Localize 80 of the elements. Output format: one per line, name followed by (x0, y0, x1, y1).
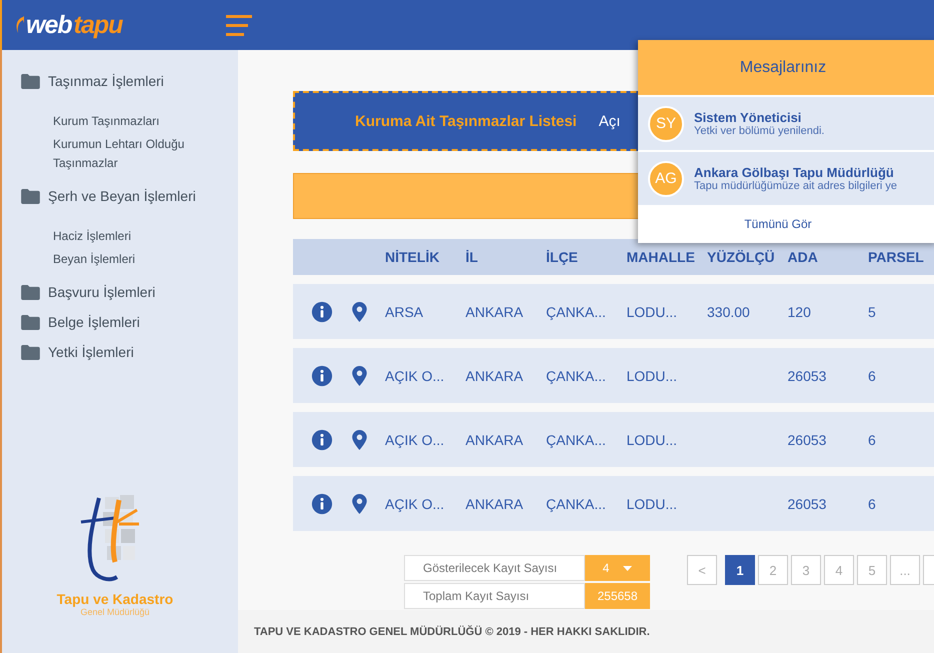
table-cell-text: LODU... (626, 368, 678, 384)
sidebar-item[interactable]: Başvuru İşlemleri (2, 281, 238, 303)
table-row[interactable]: ARSA ANKARA ÇANKA... LODU... 330.00 120 5 (293, 284, 934, 339)
footer-text: TAPU VE KADASTRO GENEL MÜDÜRLÜĞÜ © 2019 - HER HAKKI SAKLIDIR. (254, 626, 650, 638)
table-cell-text: 120 (788, 304, 812, 320)
total-label: Toplam Kayıt Sayısı (404, 583, 585, 609)
column-header: İLÇE (546, 249, 579, 265)
column-header: MAHALLE (626, 249, 696, 265)
sidebar-subitem[interactable]: Kurumun Lehtarı Olduğu Taşınmazlar (53, 135, 203, 173)
column-header: NİTELİK (385, 249, 440, 265)
table-cell-text: ANKARA (466, 496, 524, 512)
table-cell-text: 6 (868, 432, 877, 448)
column-header: PARSEL (868, 249, 925, 265)
folder-icon (21, 344, 40, 360)
table-cell-text: LODU... (626, 496, 678, 512)
table-cell-text: ÇANKA... (546, 304, 607, 320)
info-icon[interactable] (311, 428, 333, 450)
table-cell-text: LODU... (626, 304, 678, 320)
table-cell-text: AÇIK O... (385, 496, 446, 512)
table-cell-text: ÇANKA... (546, 496, 607, 512)
message-text: Yetki ver bölümü yenilendi. (694, 125, 824, 137)
sidebar-subitem[interactable]: Beyan İşlemleri (53, 250, 203, 269)
menu-icon[interactable] (226, 14, 254, 36)
info-icon[interactable] (311, 492, 333, 514)
brand-title: Tapu ve Kadastro (56, 591, 174, 607)
banner-text: Açı (598, 112, 620, 130)
table-row[interactable]: AÇIK O... ANKARA ÇANKA... LODU... 26053 6 (293, 348, 934, 403)
table-cell-text: 26053 (788, 368, 828, 384)
table-cell-text: LODU... (626, 432, 678, 448)
message-item[interactable]: SY Sistem Yöneticisi Yetki ver bölümü yenilendi. (638, 97, 934, 150)
dropdown-title: Mesajlarınız (740, 58, 826, 76)
table-cell-text: 26053 (788, 432, 828, 448)
message-text: Tapu müdürlüğümüze ait adres bilgileri ye (694, 180, 897, 192)
info-icon[interactable] (311, 300, 333, 322)
column-header: YÜZÖLÇÜ (707, 249, 776, 265)
table-cell-text: 6 (868, 496, 877, 512)
page-button[interactable]: 1 (725, 555, 755, 585)
sidebar-subitem[interactable]: Kurum Taşınmazları (53, 112, 203, 131)
sidebar-item[interactable]: Belge İşlemleri (2, 311, 238, 333)
folder-icon (21, 188, 40, 204)
map-pin-icon[interactable] (352, 430, 367, 450)
avatar: AG (648, 160, 684, 196)
table-cell-text: 5 (868, 304, 877, 320)
table-cell-text: 26053 (788, 496, 828, 512)
table-cell-text: 330.00 (707, 304, 751, 320)
banner-title: Kuruma Ait Taşınmazlar Listesi (355, 112, 577, 130)
table-cell-text: 6 (868, 368, 877, 384)
map-pin-icon[interactable] (352, 302, 367, 322)
column-header: ADA (788, 249, 819, 265)
view-all-link[interactable]: Tümünü Gör (744, 217, 812, 231)
folder-icon (21, 284, 40, 300)
table-row[interactable]: AÇIK O... ANKARA ÇANKA... LODU... 26053 6 (293, 412, 934, 467)
sidebar-item[interactable]: Şerh ve Beyan İşlemleri (2, 185, 238, 207)
sidebar-subitem[interactable]: Haciz İşlemleri (53, 227, 203, 246)
sidebar-item[interactable]: Taşınmaz İşlemleri (2, 70, 238, 92)
column-header: İL (466, 249, 479, 265)
sidebar-item[interactable]: Yetki İşlemleri (2, 341, 238, 363)
total-count: 255658 (585, 583, 650, 609)
table-cell-text: AÇIK O... (385, 432, 446, 448)
table-row[interactable]: AÇIK O... ANKARA ÇANKA... LODU... 26053 6 (293, 476, 934, 531)
page-size-label: Gösterilecek Kayıt Sayısı (404, 555, 585, 581)
message-sender: Ankara Gölbaşı Tapu Müdürlüğü (694, 165, 895, 180)
message-sender: Sistem Yöneticisi (694, 110, 802, 125)
table-cell-text: ÇANKA... (546, 432, 607, 448)
table-cell-text: ARSA (385, 304, 424, 320)
info-icon[interactable] (311, 364, 333, 386)
logo[interactable]: webtapu (14, 10, 122, 40)
folder-icon (21, 314, 40, 330)
table-cell-text: ANKARA (466, 304, 524, 320)
avatar: SY (648, 106, 684, 142)
table-cell-text: AÇIK O... (385, 368, 446, 384)
brand-subtitle: Genel Müdürlüğü (80, 607, 150, 617)
table-cell-text: ÇANKA... (546, 368, 607, 384)
table-cell-text: ANKARA (466, 432, 524, 448)
map-pin-icon[interactable] (352, 494, 367, 514)
caret-icon (623, 566, 632, 570)
map-pin-icon[interactable] (352, 366, 367, 386)
table-cell-text: ANKARA (466, 368, 524, 384)
message-item[interactable]: AG Ankara Gölbaşı Tapu Müdürlüğü Tapu müdürlüğümüze ait adres bilgileri ye (638, 152, 934, 205)
folder-icon (21, 74, 40, 88)
